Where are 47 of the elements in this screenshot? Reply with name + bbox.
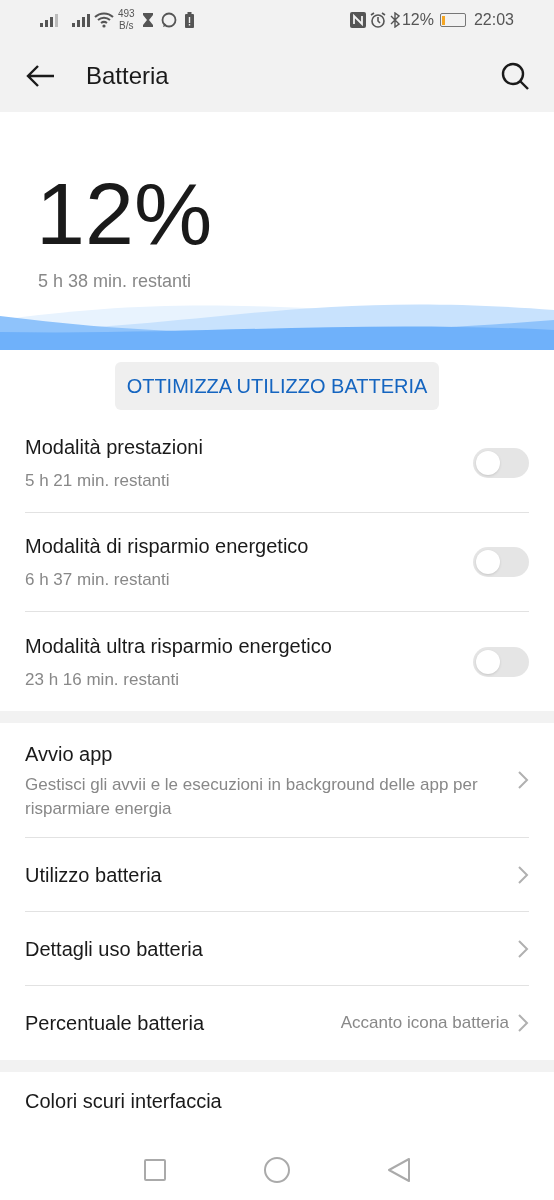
battery-alert-icon <box>184 12 194 28</box>
battery-level: 12% <box>36 170 213 258</box>
back-nav-button[interactable] <box>387 1157 411 1183</box>
search-button[interactable] <box>500 61 530 91</box>
back-button[interactable] <box>24 64 56 88</box>
mode-title: Modalità prestazioni <box>25 435 204 461</box>
mode-subtitle: 6 h 37 min. restanti <box>25 569 171 592</box>
toggle-switch[interactable] <box>473 448 529 478</box>
chevron-icon <box>517 938 529 959</box>
alarm-icon <box>369 12 386 28</box>
row-title: Percentuale batteria <box>25 1011 205 1036</box>
battery-icon <box>439 13 466 27</box>
recents-button[interactable] <box>143 1158 167 1182</box>
network-speed: 493 <box>118 8 135 20</box>
hourglass-icon <box>142 13 153 27</box>
settings-row[interactable]: Percentuale batteria Accanto icona batteria <box>25 986 529 1060</box>
row-title: Colori scuri interfaccia <box>25 1090 222 1112</box>
mode-title: Modalità ultra risparmio energetico <box>25 633 333 659</box>
row-title: Avvio app <box>25 742 114 767</box>
signal-icon <box>72 13 90 27</box>
bluetooth-icon <box>389 12 400 28</box>
clock: 22:03 <box>473 10 514 30</box>
row-title: Dettagli uso batteria <box>25 936 204 962</box>
battery-percent: 12% <box>401 10 434 30</box>
remaining-time: 5 h 38 min. restanti <box>38 270 192 293</box>
row-value: Accanto icona batteria <box>340 1012 509 1035</box>
mode-title: Modalità di risparmio energetico <box>25 534 310 560</box>
signal-icon <box>40 13 58 27</box>
chat-icon <box>160 12 177 28</box>
chevron-icon <box>517 1013 529 1033</box>
row-subtitle: Gestisci gli avvii e le esecuzioni in background delle app per risparmiare energia <box>25 774 479 820</box>
wifi-icon <box>94 12 114 28</box>
row-title: Utilizzo batteria <box>25 862 163 888</box>
toggle-switch[interactable] <box>473 547 529 577</box>
chevron-icon <box>517 770 529 790</box>
network-unit: B/s <box>119 20 134 32</box>
mode-subtitle: 5 h 21 min. restanti <box>25 470 171 493</box>
settings-row[interactable]: Dettagli uso batteria <box>25 912 529 986</box>
toggle-switch[interactable] <box>473 646 529 677</box>
optimize-button[interactable]: OTTIMIZZA UTILIZZO BATTERIA <box>114 362 440 410</box>
settings-row[interactable]: Avvio app Gestisci gli avvii e le esecuzioni in background delle app per risparmiare energia <box>25 723 529 838</box>
mode-subtitle: 23 h 16 min. restanti <box>25 668 181 691</box>
home-button[interactable] <box>263 1156 291 1184</box>
page-title: Batteria <box>86 61 169 91</box>
chevron-icon <box>517 864 529 885</box>
nfc-icon <box>349 12 366 28</box>
settings-row[interactable]: Utilizzo batteria <box>25 838 529 912</box>
